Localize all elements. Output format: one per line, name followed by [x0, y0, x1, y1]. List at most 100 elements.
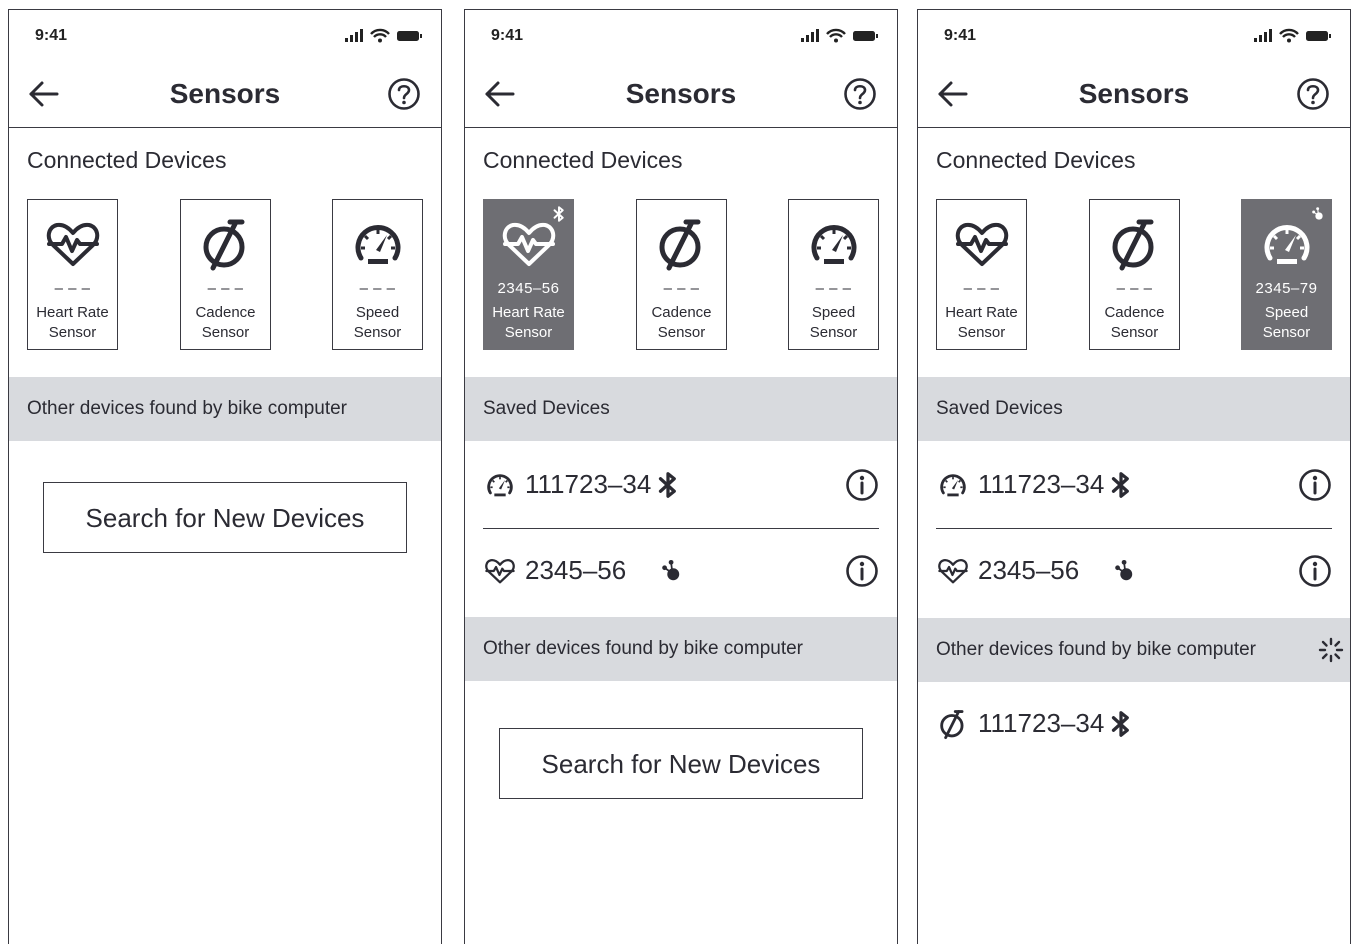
signal-wifi-battery-icon	[799, 28, 879, 44]
loading-spinner-icon	[1318, 637, 1344, 663]
saved-devices-header: Saved Devices	[465, 377, 897, 441]
help-icon[interactable]	[387, 77, 421, 111]
sensor-label-sub: Sensor	[504, 324, 553, 341]
sensor-label: Heart Rate	[36, 304, 109, 321]
status-bar: 9:41	[918, 10, 1350, 62]
speedometer-icon	[348, 214, 408, 274]
sensor-label-sub: Sensor	[809, 324, 858, 341]
divider	[483, 528, 879, 529]
other-devices-header: Other devices found by bike computer	[9, 377, 441, 441]
bluetooth-icon	[1108, 470, 1134, 500]
other-devices-header: Other devices found by bike computer	[918, 618, 1350, 682]
speed-sensor-card[interactable]: 2345–79 Speed Sensor	[1241, 199, 1332, 350]
status-time: 9:41	[35, 27, 68, 44]
cadence-icon	[652, 214, 712, 274]
device-id: 111723–34	[978, 708, 1105, 738]
bluetooth-icon	[655, 470, 681, 500]
other-devices-header: Other devices found by bike computer	[465, 617, 897, 681]
sensor-label-sub: Sensor	[1262, 324, 1311, 341]
search-new-devices-button[interactable]: Search for New Devices	[43, 482, 407, 553]
status-bar: 9:41	[9, 10, 441, 62]
saved-device-row[interactable]: 2345–56	[936, 542, 1332, 602]
signal-wifi-battery-icon	[1252, 28, 1332, 44]
divider	[936, 528, 1332, 529]
sensor-id: – – –	[359, 280, 396, 297]
heart-rate-sensor-card[interactable]: – – – Heart Rate Sensor	[936, 199, 1027, 350]
cadence-sensor-card[interactable]: – – – Cadence Sensor	[180, 199, 271, 350]
heart-rate-icon	[936, 554, 970, 588]
sensor-cards: – – – Heart Rate Sensor – – – Cadence Se…	[936, 199, 1332, 350]
other-devices-header-label: Other devices found by bike computer	[936, 639, 1257, 660]
sensor-label: Speed	[811, 304, 856, 321]
sensor-label: Cadence	[195, 304, 256, 321]
sensor-id: – – –	[207, 280, 244, 297]
cadence-icon	[1105, 214, 1165, 274]
speedometer-icon	[936, 468, 970, 502]
speed-sensor-card[interactable]: – – – Speed Sensor	[332, 199, 423, 350]
sensor-id: – – –	[1116, 280, 1153, 297]
sensor-id: 2345–56	[497, 280, 560, 297]
heart-rate-sensor-card[interactable]: – – – Heart Rate Sensor	[27, 199, 118, 350]
nav-bar: Sensors	[918, 62, 1350, 128]
ant-plus-icon	[657, 556, 683, 586]
connected-devices-title: Connected Devices	[936, 147, 1136, 173]
device-id: 2345–56	[978, 555, 1080, 585]
device-id: 2345–56	[525, 555, 627, 585]
nav-bar: Sensors	[9, 62, 441, 128]
nav-bar: Sensors	[465, 62, 897, 128]
sensor-label-sub: Sensor	[353, 324, 402, 341]
page-title: Sensors	[625, 78, 737, 109]
connected-devices-title: Connected Devices	[27, 147, 227, 173]
saved-device-row[interactable]: 111723–34	[936, 456, 1332, 516]
signal-wifi-battery-icon	[343, 28, 423, 44]
sensor-id: – – –	[815, 280, 852, 297]
phone-screen-1: 9:41 Sensors Connected Devices – – – Hea…	[8, 9, 442, 944]
status-time: 9:41	[491, 27, 524, 44]
device-id: 111723–34	[978, 469, 1105, 499]
heart-rate-icon	[499, 214, 559, 274]
cadence-sensor-card[interactable]: – – – Cadence Sensor	[1089, 199, 1180, 350]
phone-screen-2: 9:41 Sensors Connected Devices 2345–56 H…	[464, 9, 898, 944]
saved-devices-header: Saved Devices	[918, 377, 1350, 441]
connected-devices-title: Connected Devices	[483, 147, 683, 173]
cadence-sensor-card[interactable]: – – – Cadence Sensor	[636, 199, 727, 350]
status-bar: 9:41	[465, 10, 897, 62]
info-icon[interactable]	[1298, 468, 1332, 502]
search-new-devices-button[interactable]: Search for New Devices	[499, 728, 863, 799]
help-icon[interactable]	[843, 77, 877, 111]
sensor-cards: 2345–56 Heart Rate Sensor – – – Cadence …	[483, 199, 879, 350]
sensor-label-sub: Sensor	[201, 324, 250, 341]
sensor-label-sub: Sensor	[48, 324, 97, 341]
heart-rate-icon	[952, 214, 1012, 274]
speedometer-icon	[483, 468, 517, 502]
info-icon[interactable]	[1298, 554, 1332, 588]
page-title: Sensors	[1078, 78, 1190, 109]
info-icon[interactable]	[845, 468, 879, 502]
sensor-label: Heart Rate	[492, 304, 565, 321]
status-time: 9:41	[944, 27, 977, 44]
saved-device-row[interactable]: 111723–34	[483, 456, 879, 516]
phone-screen-3: 9:41 Sensors Connected Devices – – – Hea…	[917, 9, 1351, 944]
help-icon[interactable]	[1296, 77, 1330, 111]
bluetooth-icon	[1108, 709, 1134, 739]
sensor-id: – – –	[54, 280, 91, 297]
saved-device-row[interactable]: 2345–56	[483, 542, 879, 602]
sensor-label: Heart Rate	[945, 304, 1018, 321]
sensor-cards: – – – Heart Rate Sensor – – – Cadence Se…	[27, 199, 423, 350]
cadence-icon	[196, 214, 256, 274]
speed-sensor-card[interactable]: – – – Speed Sensor	[788, 199, 879, 350]
speedometer-icon	[804, 214, 864, 274]
heart-rate-sensor-card[interactable]: 2345–56 Heart Rate Sensor	[483, 199, 574, 350]
cadence-icon	[936, 707, 970, 741]
sensor-label-sub: Sensor	[657, 324, 706, 341]
found-device-row[interactable]: 111723–34	[936, 695, 1332, 755]
speedometer-icon	[1257, 214, 1317, 274]
sensor-label-sub: Sensor	[1110, 324, 1159, 341]
heart-rate-icon	[483, 554, 517, 588]
sensor-label: Cadence	[651, 304, 712, 321]
sensor-label: Speed	[1264, 304, 1309, 321]
page-title: Sensors	[169, 78, 281, 109]
heart-rate-icon	[43, 214, 103, 274]
info-icon[interactable]	[845, 554, 879, 588]
sensor-label-sub: Sensor	[957, 324, 1006, 341]
